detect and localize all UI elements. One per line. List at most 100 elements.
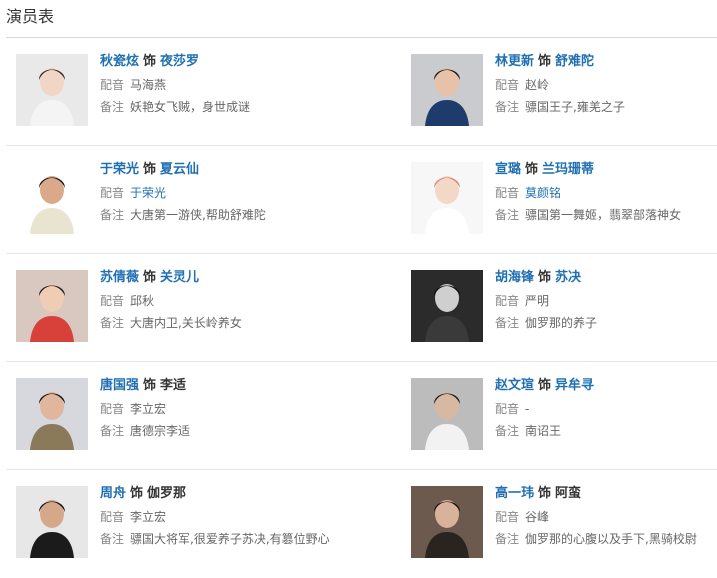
note-label: 备注 [495, 100, 520, 114]
actor-name-link[interactable]: 胡海锋 [495, 270, 534, 285]
cast-grid: 秋瓷炫饰夜莎罗 配音 马海燕 备注 妖艳女飞贼，身世成谜 林更新饰舒难陀 配音 赵岭 备注 骠国王… [0, 38, 717, 578]
dub-label: 配音 [100, 186, 125, 200]
dub-line: 配音 莫颜铭 [495, 186, 717, 200]
actor-name-link[interactable]: 秋瓷炫 [100, 54, 139, 69]
cast-row: 唐国强饰李适 配音 李立宏 备注 唐德宗李适 赵文瑄饰异牟寻 配音 - 备注 南诏王 [6, 362, 717, 470]
actor-photo[interactable] [411, 486, 483, 558]
dub-value-link[interactable]: 莫颜铭 [525, 186, 561, 200]
dub-line: 配音 马海燕 [100, 78, 400, 92]
dub-line: 配音 于荣光 [100, 186, 400, 200]
dub-value: - [525, 402, 530, 416]
dub-label: 配音 [495, 186, 520, 200]
actor-portrait-icon [16, 54, 88, 126]
role-name: 李适 [160, 378, 187, 393]
cast-info: 赵文瑄饰异牟寻配音 - 备注 南诏王 [495, 378, 717, 438]
note-value: 大唐内卫,关长岭养女 [130, 316, 242, 330]
role-name-link[interactable]: 兰玛珊蒂 [542, 162, 594, 177]
dub-line: 配音 赵岭 [495, 78, 717, 92]
cast-heading: 胡海锋饰苏决 [495, 270, 717, 286]
role-name-link[interactable]: 夜莎罗 [160, 54, 199, 69]
actor-name-link[interactable]: 周舟 [100, 486, 126, 501]
dub-value: 严明 [525, 294, 550, 308]
actor-photo[interactable] [16, 270, 88, 342]
as-label: 饰 [130, 486, 144, 501]
as-label: 饰 [143, 378, 157, 393]
actor-photo[interactable] [411, 270, 483, 342]
role-name: 伽罗那 [147, 486, 187, 501]
actor-portrait-icon [16, 486, 88, 558]
actor-photo[interactable] [16, 54, 88, 126]
cast-heading: 于荣光饰夏云仙 [100, 162, 400, 178]
cast-heading: 苏倩薇饰关灵儿 [100, 270, 400, 286]
note-label: 备注 [100, 100, 125, 114]
cast-info: 于荣光饰夏云仙 配音 于荣光 备注 大唐第一游侠,帮助舒难陀 [100, 162, 400, 222]
as-label: 饰 [143, 270, 157, 285]
note-value: 妖艳女飞贼，身世成谜 [130, 100, 251, 114]
actor-photo[interactable] [16, 378, 88, 450]
actor-photo[interactable] [411, 162, 483, 234]
cast-info: 唐国强饰李适 配音 李立宏 备注 唐德宗李适 [100, 378, 400, 438]
role-name-link[interactable]: 夏云仙 [160, 162, 199, 177]
cast-heading: 秋瓷炫饰夜莎罗 [100, 54, 400, 70]
dub-line: 配音 谷峰 [495, 510, 717, 524]
as-label: 饰 [538, 54, 552, 69]
cast-heading: 周舟饰伽罗那 [100, 486, 400, 502]
actor-photo[interactable] [16, 162, 88, 234]
role-name-link[interactable]: 关灵儿 [160, 270, 199, 285]
actor-portrait-icon [411, 486, 483, 558]
actor-photo[interactable] [411, 54, 483, 126]
note-value: 伽罗那的养子 [525, 316, 598, 330]
note-value: 伽罗那的心腹以及手下,黑骑校尉 [525, 532, 697, 546]
actor-name-link[interactable]: 于荣光 [100, 162, 139, 177]
section-header: 演员表 [6, 0, 717, 38]
note-label: 备注 [495, 208, 520, 222]
cast-heading: 唐国强饰李适 [100, 378, 400, 394]
dub-value-link[interactable]: 于荣光 [130, 186, 166, 200]
dub-line: 配音 李立宏 [100, 402, 400, 416]
actor-name-link[interactable]: 赵文瑄 [495, 378, 534, 393]
dub-line: 配音 严明 [495, 294, 717, 308]
role-name-link[interactable]: 苏决 [555, 270, 581, 285]
cast-heading: 高一玮饰阿蛮 [495, 486, 717, 502]
note-value: 唐德宗李适 [130, 424, 191, 438]
actor-name-link[interactable]: 宣璐 [495, 162, 521, 177]
role-name-link[interactable]: 舒难陀 [555, 54, 594, 69]
as-label: 饰 [143, 162, 157, 177]
note-line: 备注 南诏王 [495, 424, 717, 438]
note-line: 备注 伽罗那的养子 [495, 316, 717, 330]
actor-photo[interactable] [411, 378, 483, 450]
actor-portrait-icon [411, 378, 483, 450]
actor-portrait-icon [411, 54, 483, 126]
cast-info: 苏倩薇饰关灵儿 配音 邱秋 备注 大唐内卫,关长岭养女 [100, 270, 400, 330]
actor-name-link[interactable]: 苏倩薇 [100, 270, 139, 285]
actor-photo[interactable] [16, 486, 88, 558]
note-value: 骠国大将军,很爱养子苏决,有篡位野心 [130, 532, 330, 546]
note-label: 备注 [495, 424, 520, 438]
note-line: 备注 伽罗那的心腹以及手下,黑骑校尉 [495, 532, 717, 546]
as-label: 饰 [538, 486, 552, 501]
dub-value: 李立宏 [130, 402, 167, 416]
dub-value: 李立宏 [130, 510, 167, 524]
actor-name-link[interactable]: 唐国强 [100, 378, 139, 393]
cast-row: 于荣光饰夏云仙 配音 于荣光 备注 大唐第一游侠,帮助舒难陀 宣璐饰兰玛珊蒂 配音 莫颜铭 备注… [6, 146, 717, 254]
dub-line: 配音 李立宏 [100, 510, 400, 524]
note-line: 备注 唐德宗李适 [100, 424, 400, 438]
actor-name-link[interactable]: 林更新 [495, 54, 534, 69]
as-label: 饰 [538, 378, 552, 393]
page-title: 演员表 [6, 7, 55, 26]
actor-portrait-icon [411, 162, 483, 234]
role-name-link[interactable]: 异牟寻 [555, 378, 594, 393]
actor-name-link[interactable]: 高一玮 [495, 486, 534, 501]
note-value: 大唐第一游侠,帮助舒难陀 [130, 208, 266, 222]
dub-line: 配音 - [495, 402, 717, 416]
as-label: 饰 [143, 54, 157, 69]
cast-row: 秋瓷炫饰夜莎罗 配音 马海燕 备注 妖艳女飞贼，身世成谜 林更新饰舒难陀 配音 赵岭 备注 骠国王… [6, 38, 717, 146]
actor-portrait-icon [16, 378, 88, 450]
note-label: 备注 [100, 532, 125, 546]
dub-label: 配音 [100, 294, 125, 308]
note-label: 备注 [495, 532, 520, 546]
cast-info: 林更新饰舒难陀 配音 赵岭 备注 骠国王子,雍羌之子 [495, 54, 717, 114]
dub-label: 配音 [495, 78, 520, 92]
actor-portrait-icon [16, 270, 88, 342]
note-line: 备注 骠国第一舞姬，翡翠部落神女 [495, 208, 717, 222]
